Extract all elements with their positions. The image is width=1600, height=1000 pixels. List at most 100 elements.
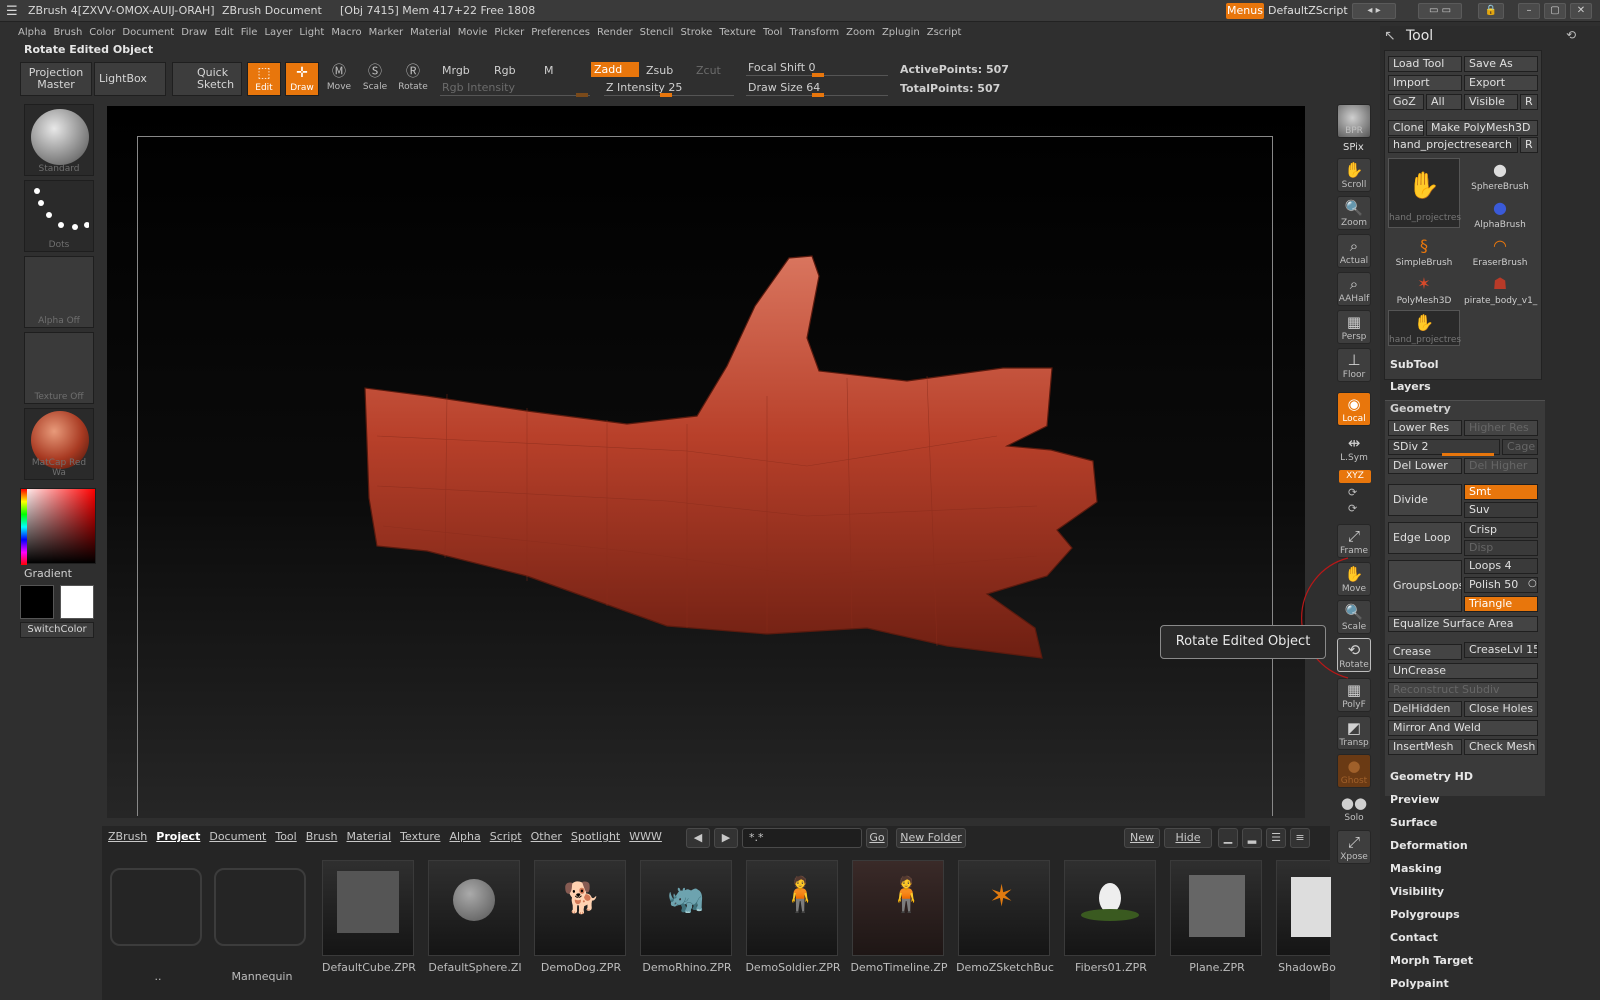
contact-section[interactable]: Contact: [1390, 931, 1438, 944]
polish-slider[interactable]: Polish 50: [1464, 577, 1538, 593]
close-holes-button[interactable]: Close Holes: [1464, 701, 1538, 717]
menu-zplugin[interactable]: Zplugin: [882, 24, 920, 42]
rgb-intensity-track[interactable]: [440, 84, 590, 97]
goz-visible-button[interactable]: Visible: [1464, 94, 1518, 110]
menu-zscript[interactable]: Zscript: [927, 24, 962, 42]
subtool-section[interactable]: SubTool: [1390, 358, 1439, 371]
ghost-button[interactable]: ● Ghost: [1337, 754, 1371, 788]
draw-size-knob[interactable]: [812, 93, 824, 97]
lightbox-item-demosoldier[interactable]: 🧍 DemoSoldier.ZPR: [745, 860, 841, 974]
delhidden-button[interactable]: DelHidden: [1388, 701, 1462, 717]
goz-all-button[interactable]: All: [1426, 94, 1462, 110]
goz-r-button[interactable]: R: [1520, 94, 1538, 110]
lightbox-tab-texture[interactable]: Texture: [400, 830, 440, 843]
tool-thumb-spherebrush[interactable]: ● SphereBrush: [1464, 158, 1536, 194]
rgb-button[interactable]: Rgb: [494, 64, 516, 77]
loops-slider[interactable]: Loops 4: [1464, 558, 1538, 574]
crisp-toggle[interactable]: Crisp: [1464, 522, 1538, 538]
rgb-intensity-knob[interactable]: [576, 93, 588, 97]
clone-button[interactable]: Clone: [1388, 120, 1424, 136]
menu-edit[interactable]: Edit: [214, 24, 233, 42]
edge-loop-button[interactable]: Edge Loop: [1388, 522, 1462, 554]
current-tool-slider[interactable]: hand_projectresearch: [1388, 137, 1518, 153]
menu-render[interactable]: Render: [597, 24, 633, 42]
brush-standard-thumb[interactable]: Standard: [24, 104, 94, 176]
creaselvl-slider[interactable]: CreaseLvl 15: [1464, 642, 1538, 658]
tool-thumb-eraserbrush[interactable]: ◠ EraserBrush: [1464, 234, 1536, 270]
menu-macro[interactable]: Macro: [331, 24, 361, 42]
xyz-rotation-toggle[interactable]: XYZ: [1339, 470, 1371, 483]
lightbox-new-folder-button[interactable]: New Folder: [896, 828, 966, 848]
material-thumb[interactable]: MatCap Red Wa: [24, 408, 94, 480]
export-button[interactable]: Export: [1464, 75, 1538, 91]
lightbox-item-demodog[interactable]: 🐕 DemoDog.ZPR: [534, 860, 626, 974]
menu-material[interactable]: Material: [410, 24, 451, 42]
zoom-button[interactable]: 🔍 Zoom: [1337, 196, 1371, 230]
zcut-button[interactable]: Zcut: [696, 64, 721, 77]
layers-section[interactable]: Layers: [1390, 380, 1431, 393]
import-button[interactable]: Import: [1388, 75, 1462, 91]
preview-section[interactable]: Preview: [1390, 793, 1440, 806]
z-intensity-track[interactable]: [604, 84, 734, 97]
mirror-and-weld-button[interactable]: Mirror And Weld: [1388, 720, 1538, 736]
suv-toggle[interactable]: Suv: [1464, 502, 1538, 518]
menu-transform[interactable]: Transform: [789, 24, 839, 42]
draw-mode-button[interactable]: ✛ Draw: [285, 62, 319, 96]
switch-color-button[interactable]: SwitchColor: [20, 622, 94, 638]
local-symmetry-button[interactable]: ⇹ L.Sym: [1337, 432, 1371, 466]
focal-shift-knob[interactable]: [812, 73, 824, 77]
make-polymesh3d-button[interactable]: Make PolyMesh3D: [1426, 120, 1538, 136]
uncrease-button[interactable]: UnCrease: [1388, 663, 1538, 679]
color-picker[interactable]: [20, 488, 96, 565]
menu-alpha[interactable]: Alpha: [18, 24, 46, 42]
current-tool-r-button[interactable]: R: [1520, 137, 1538, 153]
lower-res-button[interactable]: Lower Res: [1388, 420, 1462, 436]
tool-thumb-alphabrush[interactable]: ● AlphaBrush: [1464, 196, 1536, 232]
triangle-toggle[interactable]: Triangle: [1464, 596, 1538, 612]
surface-section[interactable]: Surface: [1390, 816, 1437, 829]
menu-light[interactable]: Light: [299, 24, 324, 42]
tool-thumb-pirate-body[interactable]: ☗ pirate_body_v1_: [1464, 272, 1537, 308]
close-window-button[interactable]: ✕: [1570, 3, 1592, 19]
aahalf-button[interactable]: ⌕ AAHalf: [1337, 272, 1371, 306]
tool-thumb-hand-active[interactable]: ✋ hand_projectres: [1388, 158, 1461, 228]
lightbox-go-button[interactable]: Go: [866, 828, 888, 848]
rotate-z-icon[interactable]: ⟳: [1348, 502, 1357, 515]
zsub-button[interactable]: Zsub: [646, 64, 673, 77]
polypaint-section[interactable]: Polypaint: [1390, 977, 1449, 990]
polygroups-section[interactable]: Polygroups: [1390, 908, 1460, 921]
lightbox-tab-zbrush[interactable]: ZBrush: [108, 830, 147, 843]
projection-master-button[interactable]: Projection Master: [20, 62, 92, 96]
smt-toggle[interactable]: Smt: [1464, 484, 1538, 500]
actual-size-button[interactable]: ⌕ Actual: [1337, 234, 1371, 268]
tool-thumb-polymesh3d[interactable]: ✶ PolyMesh3D: [1388, 272, 1460, 308]
lightbox-item-plane[interactable]: Plane.ZPR: [1170, 860, 1262, 974]
load-tool-button[interactable]: Load Tool: [1388, 56, 1462, 72]
lightbox-size-medium-icon[interactable]: ▂: [1242, 828, 1262, 848]
primary-color-swatch[interactable]: [60, 585, 94, 619]
gradient-label[interactable]: Gradient: [24, 567, 72, 580]
floor-button[interactable]: ⊥ Floor: [1337, 348, 1371, 382]
goz-button[interactable]: GoZ: [1388, 94, 1424, 110]
groupsloops-button[interactable]: GroupsLoops: [1388, 560, 1462, 612]
menu-zoom[interactable]: Zoom: [846, 24, 875, 42]
palette-reset-icon[interactable]: ⟲: [1566, 28, 1576, 42]
frame-button[interactable]: ⤢ Frame: [1337, 524, 1371, 558]
lock-icon[interactable]: 🔒: [1478, 3, 1504, 19]
menu-picker[interactable]: Picker: [494, 24, 524, 42]
menu-file[interactable]: File: [241, 24, 258, 42]
crease-button[interactable]: Crease: [1388, 644, 1462, 660]
lightbox-item-parent-folder[interactable]: ..: [110, 868, 202, 983]
lightbox-item-mannequin[interactable]: Mannequin: [214, 868, 306, 983]
reconstruct-subdiv-button[interactable]: Reconstruct Subdiv: [1388, 682, 1538, 698]
lightbox-tab-tool[interactable]: Tool: [275, 830, 296, 843]
minimize-window-button[interactable]: –: [1518, 3, 1540, 19]
edit-mode-button[interactable]: ⬚ Edit: [247, 62, 281, 96]
interface-layout-control[interactable]: ▭ ▭: [1418, 3, 1462, 19]
menu-brush[interactable]: Brush: [53, 24, 82, 42]
texture-thumb[interactable]: Texture Off: [24, 332, 94, 404]
menu-stroke[interactable]: Stroke: [680, 24, 712, 42]
menu-marker[interactable]: Marker: [369, 24, 404, 42]
lightbox-button[interactable]: LightBox: [94, 62, 166, 96]
deformation-section[interactable]: Deformation: [1390, 839, 1468, 852]
